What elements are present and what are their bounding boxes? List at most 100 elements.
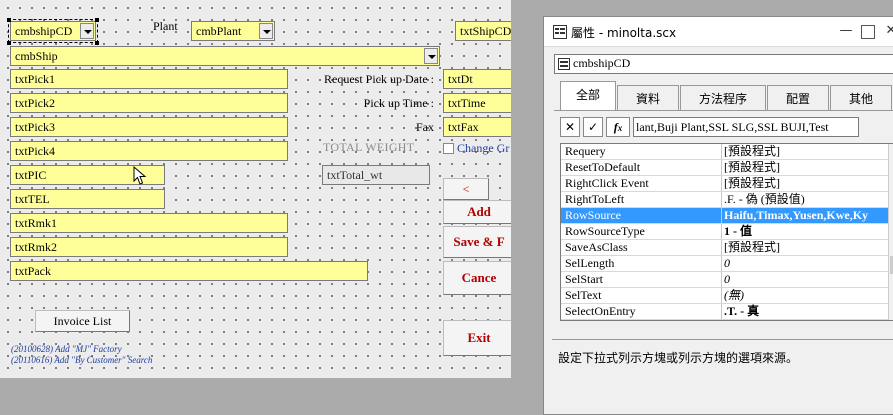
txtpick1-field[interactable]: txtPick1 bbox=[10, 69, 288, 89]
txtrmk1-field[interactable]: txtRmk1 bbox=[10, 213, 288, 233]
tab-other[interactable]: 其他 bbox=[830, 85, 892, 111]
close-icon[interactable]: ✕ bbox=[883, 23, 893, 39]
properties-title-bar[interactable]: 屬性 - minolta.scx — ✕ bbox=[544, 17, 893, 47]
txtpick4-field[interactable]: txtPick4 bbox=[10, 141, 288, 161]
property-value[interactable]: .F. - 偽 (預設值) bbox=[721, 192, 888, 207]
property-name: SaveAsClass bbox=[565, 240, 628, 254]
cmbshipcd-text: cmbshipCD bbox=[15, 24, 73, 38]
property-value[interactable]: .T. - 真 bbox=[721, 304, 888, 319]
property-value[interactable]: Haifu,Timax,Yusen,Kwe,Ky bbox=[721, 208, 888, 223]
property-row[interactable]: Requery [預設程式] bbox=[561, 144, 888, 160]
txtdt-field[interactable]: txtDt bbox=[443, 69, 511, 89]
revision-note: (20110616) Add "By Customer" Search bbox=[11, 355, 153, 365]
property-name: RowSourceType bbox=[565, 224, 645, 238]
txtpick2-field[interactable]: txtPick2 bbox=[10, 93, 288, 113]
cmbship-text: cmbShip bbox=[15, 49, 58, 63]
chevron-down-icon[interactable] bbox=[80, 23, 94, 39]
total-weight-label: TOTAL WEIGHT bbox=[323, 140, 415, 154]
properties-icon bbox=[553, 25, 567, 39]
fax-label: Fax bbox=[416, 120, 434, 134]
accept-edit-icon[interactable]: ✓ bbox=[583, 117, 603, 137]
tab-all[interactable]: 全部 bbox=[560, 81, 616, 111]
scroll-down-icon[interactable]: ▼ bbox=[889, 304, 893, 320]
cmbplant-combo[interactable]: cmbPlant bbox=[191, 21, 275, 41]
prev-button[interactable]: < bbox=[443, 178, 489, 200]
exit-button[interactable]: Exit bbox=[443, 320, 511, 356]
combobox-object-icon bbox=[558, 58, 570, 70]
chevron-down-icon[interactable] bbox=[259, 23, 273, 39]
property-value[interactable]: 1 - 值 bbox=[721, 224, 888, 239]
tab-data[interactable]: 資料 bbox=[617, 85, 679, 111]
property-value[interactable]: 0 bbox=[721, 272, 888, 287]
property-name: SelLength bbox=[565, 256, 615, 270]
txtrmk2-field[interactable]: txtRmk2 bbox=[10, 237, 288, 257]
properties-title: 屬性 - minolta.scx bbox=[571, 26, 677, 40]
selection-handle[interactable] bbox=[7, 18, 11, 22]
property-row[interactable]: SaveAsClass [預設程式] bbox=[561, 240, 888, 256]
property-value[interactable]: (無) bbox=[721, 288, 888, 303]
plant-label: Plant bbox=[153, 19, 178, 33]
cancel-button[interactable]: Cance bbox=[443, 261, 511, 295]
property-name: RightToLeft bbox=[565, 192, 625, 206]
property-name: RightClick Event bbox=[565, 176, 649, 190]
revision-note: (20100628) Add "MJ" Factory bbox=[11, 344, 122, 354]
property-grid[interactable]: Requery [預設程式] ResetToDefault [預設程式] RightCl… bbox=[560, 143, 893, 321]
property-value[interactable]: [預設程式] bbox=[721, 176, 888, 191]
property-name: SelectOnEntry bbox=[565, 304, 636, 318]
object-selector-text: cmbshipCD bbox=[573, 56, 631, 70]
cmbplant-text: cmbPlant bbox=[196, 24, 242, 38]
cmbship-combo[interactable]: cmbShip bbox=[10, 46, 440, 66]
property-value-input[interactable]: lant,Buji Plant,SSL SLG,SSL BUJI,Test bbox=[633, 117, 859, 137]
property-row[interactable]: SelLength 0 bbox=[561, 256, 888, 272]
txtpack-field[interactable]: txtPack bbox=[10, 261, 368, 281]
property-name: SelStart bbox=[565, 272, 603, 286]
chevron-down-icon[interactable] bbox=[424, 48, 438, 64]
txtfax-field[interactable]: txtFax bbox=[443, 117, 511, 137]
selection-handle[interactable] bbox=[95, 18, 99, 22]
property-grid-scrollbar[interactable]: ▲ ▼ bbox=[888, 144, 893, 320]
property-name: SelText bbox=[565, 288, 602, 302]
pickup-time-label: Pick up Time : bbox=[363, 96, 434, 110]
property-name: RowSource bbox=[565, 208, 621, 222]
minimize-icon[interactable]: — bbox=[838, 23, 854, 39]
property-name: Requery bbox=[565, 144, 606, 158]
property-row[interactable]: SelText (無) bbox=[561, 288, 888, 304]
save-button[interactable]: Save & F bbox=[443, 226, 511, 258]
property-value[interactable]: [預設程式] bbox=[721, 144, 888, 159]
txttotal-wt-field[interactable]: txtTotal_wt bbox=[322, 165, 430, 185]
tab-divider bbox=[554, 110, 893, 111]
property-name: ResetToDefault bbox=[565, 160, 641, 174]
form-designer-canvas[interactable]: cmbshipCD Plant cmbPlant txtShipCD cmbSh… bbox=[0, 0, 511, 378]
selection-handle[interactable] bbox=[95, 41, 99, 45]
request-pickup-label: Request Pick up Date : bbox=[324, 72, 434, 86]
add-button[interactable]: Add bbox=[443, 200, 511, 224]
tab-methods[interactable]: 方法程序 bbox=[680, 85, 766, 111]
selection-handle[interactable] bbox=[7, 41, 11, 45]
cmbshipcd-combo[interactable]: cmbshipCD bbox=[8, 19, 98, 43]
property-description: 設定下拉式列示方塊或列示方塊的選項來源。 bbox=[558, 351, 799, 365]
property-row[interactable]: SelectOnEntry .T. - 真 bbox=[561, 304, 888, 320]
invoice-list-button[interactable]: Invoice List bbox=[35, 310, 130, 332]
txttime-field[interactable]: txtTime bbox=[443, 93, 511, 113]
property-row[interactable]: RightClick Event [預設程式] bbox=[561, 176, 888, 192]
property-value[interactable]: 0 bbox=[721, 256, 888, 271]
maximize-icon[interactable] bbox=[861, 25, 875, 39]
function-icon[interactable]: fx bbox=[606, 117, 630, 137]
property-row[interactable]: RightToLeft .F. - 偽 (預設值) bbox=[561, 192, 888, 208]
property-row[interactable]: RowSource Haifu,Timax,Yusen,Kwe,Ky bbox=[561, 208, 888, 224]
txtshipcd-field[interactable]: txtShipCD bbox=[455, 21, 511, 41]
cancel-edit-icon[interactable]: ✕ bbox=[560, 117, 580, 137]
change-checkbox[interactable] bbox=[443, 143, 454, 154]
object-selector[interactable]: cmbshipCD bbox=[554, 54, 893, 74]
property-value[interactable]: [預設程式] bbox=[721, 240, 888, 255]
properties-window: 屬性 - minolta.scx — ✕ cmbshipCD 全部 資料 方法程… bbox=[543, 16, 893, 415]
property-row[interactable]: RowSourceType 1 - 值 bbox=[561, 224, 888, 240]
property-row[interactable]: ResetToDefault [預設程式] bbox=[561, 160, 888, 176]
txttel-field[interactable]: txtTEL bbox=[10, 189, 165, 209]
description-divider bbox=[552, 339, 893, 340]
txtpick3-field[interactable]: txtPick3 bbox=[10, 117, 288, 137]
property-row[interactable]: SelStart 0 bbox=[561, 272, 888, 288]
property-value[interactable]: [預設程式] bbox=[721, 160, 888, 175]
tab-layout[interactable]: 配置 bbox=[767, 85, 829, 111]
scroll-up-icon[interactable]: ▲ bbox=[889, 144, 893, 160]
